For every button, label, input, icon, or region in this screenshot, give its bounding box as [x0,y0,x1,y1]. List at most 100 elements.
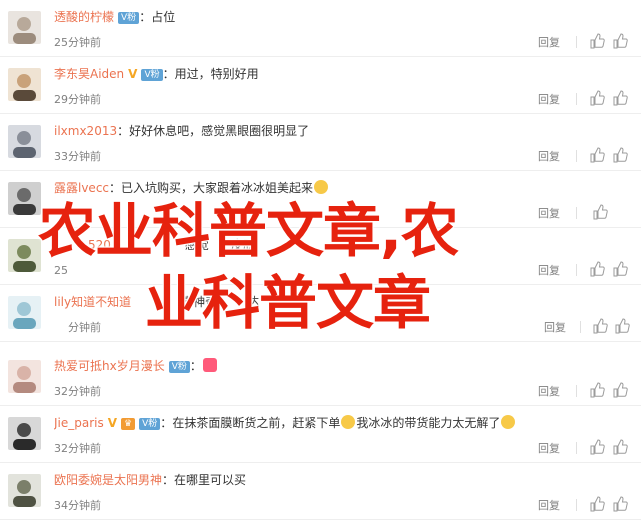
avatar[interactable] [8,11,41,44]
comment-item: 李东昊Aiden V V粉 ：用过，特别好用 29分钟前 回复 [0,57,641,114]
divider [576,499,577,511]
divider [580,321,581,333]
thumbs-up-icon[interactable] [612,439,628,455]
timestamp: 25分钟前 [54,36,101,49]
username[interactable]: Jie_paris [54,416,104,430]
comment-item: 欧阳委婉是太阳男神：在哪里可以买 34分钟前 回复 [0,463,641,520]
timestamp: 32分钟前 [54,442,101,455]
smile-emoji-icon [314,180,329,194]
reply-button[interactable]: 回复 [538,35,560,51]
thumbs-up-icon[interactable] [612,496,628,512]
thumbs-up-icon[interactable] [589,496,605,512]
comment-text: 在哪里可以买 [174,473,247,487]
comment-header: 露露lvecc：已入坑购买，大家跟着冰冰姐美起来 [54,179,631,197]
fan-badge: V粉 [168,361,190,373]
username[interactable]: 520 [88,238,111,252]
thumbs-up-icon[interactable] [589,382,605,398]
thumbs-up-icon[interactable] [589,90,605,106]
comment-text: 皮肤 [230,238,255,252]
thumbs-up-icon[interactable] [614,318,630,334]
comment-item: 520 感觉 皮肤 25 回复 [0,228,641,285]
thumbs-up-icon[interactable] [612,261,628,277]
vip-badge: ♛ [121,418,136,430]
comment-text: 感觉 [184,238,209,252]
username[interactable]: 热爱可抵hx岁月漫长 [54,359,165,373]
reply-button[interactable]: 回复 [538,263,560,279]
comment-text: 在抹茶面膜断货之前，赶紧下单 [172,416,341,430]
thumbs-up-icon[interactable] [589,33,605,49]
comment-header: 热爱可抵hx岁月漫长 V粉： [54,357,631,375]
avatar[interactable] [8,182,41,215]
verified-icon: V [107,416,118,430]
comment-text: 达 [247,295,260,309]
comment-header: lily知道不知道 真神奇 达 [54,293,631,311]
comment-text: 已入坑购买，大家跟着冰冰姐美起来 [121,181,314,195]
divider [576,36,577,48]
comment-header: 520 感觉 皮肤 [54,236,631,254]
thumbs-up-icon[interactable] [592,204,608,220]
comment-item: 透酸的柠檬 V粉 ：占位 25分钟前 回复 [0,0,641,57]
divider [576,264,577,276]
timestamp: 29分钟前 [54,93,101,106]
username[interactable]: ilxmx2013 [54,124,117,138]
cat-emoji-icon [341,415,356,429]
thumbs-up-icon[interactable] [589,439,605,455]
comment-text: 用过，特别好用 [174,67,259,81]
comment-header: 李东昊Aiden V V粉 ：用过，特别好用 [54,67,259,81]
comment-text: 真神奇 [181,295,218,309]
avatar[interactable] [8,360,41,393]
divider [576,385,577,397]
username[interactable]: 李东昊Aiden [54,67,124,81]
timestamp: 33分钟前 [54,150,101,163]
comment-item: ilxmx2013：好好休息吧，感觉黑眼圈很明显了 33分钟前 回复 [0,114,641,171]
divider [576,442,577,454]
reply-button[interactable]: 回复 [538,384,560,400]
heart-emoji-icon [202,358,217,372]
timestamp: 34分钟前 [54,499,101,512]
thumbs-up-icon[interactable] [612,147,628,163]
fan-badge: V粉 [141,69,163,81]
timestamp: 25 [54,264,68,277]
thumbs-up-icon[interactable] [612,90,628,106]
reply-button[interactable]: 回复 [538,149,560,165]
thumbs-up-icon[interactable] [612,33,628,49]
reply-button[interactable]: 回复 [544,320,566,336]
comment-item: Jie_paris V ♛ V粉 ：在抹茶面膜断货之前，赶紧下单 我冰冰的带货能力太无解了… [0,406,641,463]
fan-badge: V粉 [139,418,161,430]
comment-item: 露露lvecc：已入坑购买，大家跟着冰冰姐美起来 回复 [0,171,641,228]
comment-header: 透酸的柠檬 V粉 ：占位 [54,10,176,24]
timestamp: 32分钟前 [54,385,101,398]
reply-button[interactable]: 回复 [538,498,560,514]
comment-item: 热爱可抵hx岁月漫长 V粉： 32分钟前 回复 [0,349,641,406]
thumbs-up-icon[interactable] [592,318,608,334]
reply-button[interactable]: 回复 [538,206,560,222]
comment-list: 透酸的柠檬 V粉 ：占位 25分钟前 回复 李东昊Aiden V V粉 ：用过，特别好用 … [0,0,641,529]
comment-text: 占位 [151,10,176,24]
divider [576,150,577,162]
comment-text: 我冰冰的带货能力太无解了 [356,416,501,430]
reply-button[interactable]: 回复 [538,92,560,108]
thumbs-up-icon[interactable] [612,382,628,398]
avatar[interactable] [8,417,41,450]
thumbs-up-icon[interactable] [589,147,605,163]
username[interactable]: lily知道不知道 [54,295,131,309]
reply-button[interactable]: 回复 [538,441,560,457]
avatar[interactable] [8,68,41,101]
timestamp: 分钟前 [68,321,101,334]
avatar[interactable] [8,239,41,272]
comment-text: 好好休息吧，感觉黑眼圈很明显了 [129,124,310,138]
fan-badge: V粉 [118,12,140,24]
username[interactable]: 露露lvecc [54,181,109,195]
avatar[interactable] [8,125,41,158]
avatar[interactable] [8,296,41,329]
smile-emoji-icon [501,415,516,429]
divider [576,93,577,105]
divider [576,207,577,219]
username[interactable]: 透酸的柠檬 [54,10,114,24]
comment-item: lily知道不知道 真神奇 达 分钟前 回复 [0,285,641,342]
comment-header: 欧阳委婉是太阳男神：在哪里可以买 [54,473,247,487]
thumbs-up-icon[interactable] [589,261,605,277]
comment-header: ilxmx2013：好好休息吧，感觉黑眼圈很明显了 [54,124,310,138]
username[interactable]: 欧阳委婉是太阳男神 [54,473,162,487]
avatar[interactable] [8,474,41,507]
